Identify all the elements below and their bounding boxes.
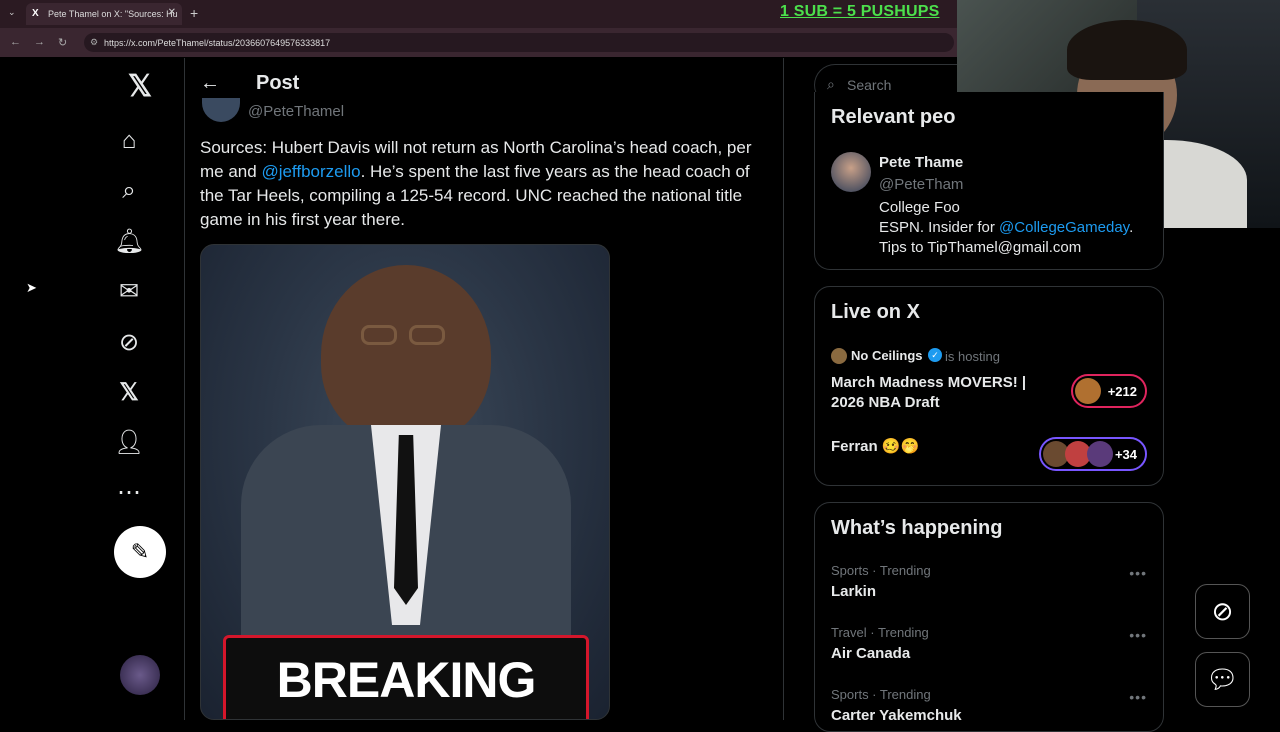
search-icon: ⌕ xyxy=(827,76,835,92)
trend-item[interactable]: Sports · Trending Carter Yakemchuk ••• xyxy=(815,685,1163,725)
trend-item[interactable]: Sports · Trending Larkin ••• xyxy=(815,561,1163,617)
messages-envelope-icon[interactable]: ✉ xyxy=(114,277,144,307)
post-text: Sources: Hubert Davis will not return as… xyxy=(200,136,772,232)
account-avatar[interactable] xyxy=(120,655,160,695)
pete-avatar[interactable] xyxy=(831,152,871,192)
bio-period: . xyxy=(1129,219,1134,236)
chat-bubble-icon: 💬︎ xyxy=(1205,664,1239,694)
happening-title: What’s happening xyxy=(831,517,1003,539)
verified-badge-icon: ✓ xyxy=(928,348,942,362)
url-field[interactable]: ⚙ https://x.com/PeteThamel/status/203660… xyxy=(84,33,954,52)
more-options-icon[interactable]: ••• xyxy=(1129,689,1147,705)
relevant-people-panel: Relevant peo Pete Thame @PeteTham Colleg… xyxy=(814,92,1164,270)
trend-meta: Travel · Trending xyxy=(831,625,929,640)
trend-name: Carter Yakemchuk xyxy=(831,707,962,724)
relevant-handle[interactable]: @PeteTham xyxy=(879,176,963,193)
live-title: Live on X xyxy=(831,301,920,323)
back-nav-icon[interactable]: ← xyxy=(10,36,21,48)
x-favicon-icon: X xyxy=(32,8,39,19)
hosting-label: is hosting xyxy=(945,349,1000,364)
x-logo-icon[interactable]: 𝕏 xyxy=(125,72,155,102)
relevant-people-title: Relevant peo xyxy=(831,106,956,128)
feather-plus-icon: ✎ xyxy=(130,539,150,564)
author-avatar[interactable] xyxy=(202,98,240,122)
trend-meta: Sports · Trending xyxy=(831,687,931,702)
space2-count: +34 xyxy=(1114,447,1137,462)
search-placeholder: Search xyxy=(847,77,892,93)
messages-floating-button[interactable]: 💬︎ xyxy=(1195,652,1250,707)
bio-text: ESPN. Insider for xyxy=(879,219,1000,236)
host-name[interactable]: No Ceilings xyxy=(851,348,923,363)
browser-tab[interactable]: X Pete Thamel on X: "Sources: Hu ✕ xyxy=(26,3,182,25)
trend-name: Larkin xyxy=(831,583,877,600)
more-circle-icon[interactable]: ⋯ xyxy=(114,478,144,508)
whats-happening-panel: What’s happening Sports · Trending Larki… xyxy=(814,502,1164,732)
grok-icon[interactable]: ⊘ xyxy=(114,328,144,358)
space1-count: +212 xyxy=(1107,384,1137,399)
space2-avatar-3 xyxy=(1087,441,1113,467)
relevant-bio-line3: Tips to TipThamel@gmail.com xyxy=(879,239,1082,256)
mention-link[interactable]: @jeffborzello xyxy=(261,162,360,181)
host-avatar xyxy=(831,348,847,364)
space2-title[interactable]: Ferran 🥴🤭 xyxy=(831,437,919,455)
mouse-cursor-icon: ➤ xyxy=(26,280,37,295)
more-options-icon[interactable]: ••• xyxy=(1129,627,1147,643)
new-tab-icon[interactable]: + xyxy=(190,5,198,21)
relevant-bio-line2: ESPN. Insider for @CollegeGameday. xyxy=(879,219,1133,236)
back-arrow-button[interactable]: ← xyxy=(200,72,220,95)
trend-name: Air Canada xyxy=(831,645,911,662)
reload-icon[interactable]: ↻ xyxy=(58,36,67,49)
bio-mention-link[interactable]: @CollegeGameday xyxy=(999,219,1129,236)
grok-floating-button[interactable]: ⊘ xyxy=(1195,584,1250,639)
forward-nav-icon[interactable]: → xyxy=(34,36,45,48)
author-handle[interactable]: @PeteThamel xyxy=(248,103,344,120)
post-image[interactable]: BREAKING NEWS xyxy=(200,244,610,720)
address-bar-row: ← → ↻ ⚙ https://x.com/PeteThamel/status/… xyxy=(0,28,958,57)
space2-listeners[interactable]: +34 xyxy=(1039,437,1147,471)
profile-person-icon[interactable]: 👤︎ xyxy=(114,428,144,458)
compose-post-button[interactable]: ✎ xyxy=(114,526,166,578)
notifications-bell-icon[interactable]: 🔔︎ xyxy=(114,227,144,257)
live-on-x-panel: Live on X No Ceilings ✓ is hosting March… xyxy=(814,286,1164,486)
tab-title: Pete Thamel on X: "Sources: Hu xyxy=(48,9,178,19)
relevant-bio-line1: College Foo xyxy=(879,199,960,216)
space1-avatar xyxy=(1075,378,1101,404)
relevant-name[interactable]: Pete Thame xyxy=(879,154,963,171)
trend-item[interactable]: Travel · Trending Air Canada ••• xyxy=(815,623,1163,679)
space1-title[interactable]: March Madness MOVERS! | 2026 NBA Draft xyxy=(831,373,1041,413)
search-icon[interactable]: ⌕ xyxy=(114,176,144,206)
site-info-icon[interactable]: ⚙ xyxy=(90,37,98,48)
tab-list-icon[interactable]: ⌄ xyxy=(8,7,16,18)
premium-x-icon[interactable]: 𝕏 xyxy=(114,378,144,408)
home-icon[interactable]: ⌂ xyxy=(114,126,144,156)
breaking-news-banner: BREAKING NEWS xyxy=(223,635,589,719)
stream-overlay-text: 1 SUB = 5 PUSHUPS xyxy=(780,3,940,20)
close-tab-icon[interactable]: ✕ xyxy=(168,7,176,18)
page-title: Post xyxy=(256,72,300,94)
url-text: https://x.com/PeteThamel/status/20366076… xyxy=(104,38,331,48)
grok-icon: ⊘ xyxy=(1211,596,1234,626)
more-options-icon[interactable]: ••• xyxy=(1129,565,1147,581)
space1-listeners[interactable]: +212 xyxy=(1071,374,1147,408)
trend-meta: Sports · Trending xyxy=(831,563,931,578)
